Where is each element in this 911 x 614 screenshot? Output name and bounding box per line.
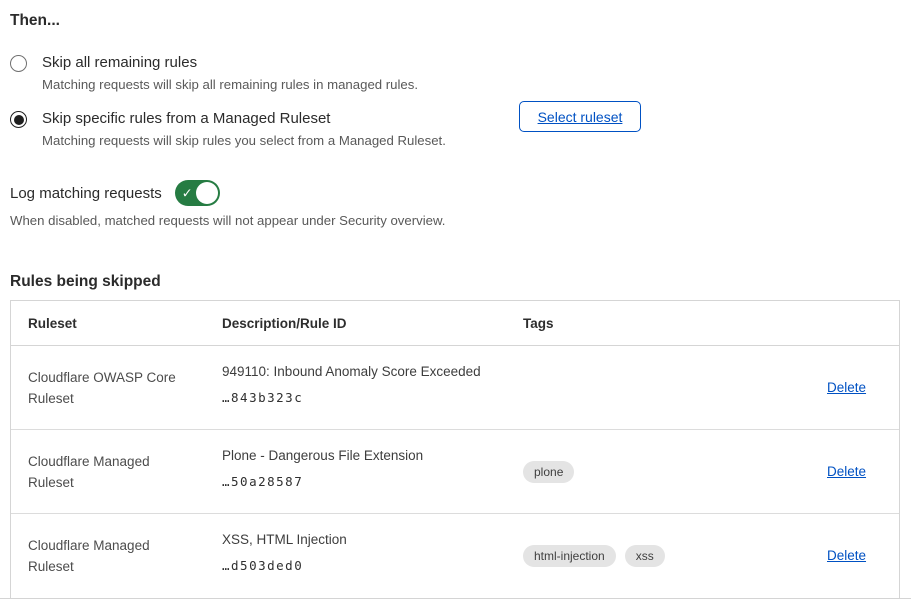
then-heading: Then... (10, 12, 900, 29)
radio-skip-specific-rules[interactable] (10, 111, 27, 128)
rule-tags-cell: html-injection xss (523, 545, 827, 567)
log-matching-requests-row: Log matching requests ✓ (10, 180, 900, 206)
tag-pill: html-injection (523, 545, 616, 567)
column-header-tags: Tags (523, 316, 827, 331)
rules-being-skipped-heading: Rules being skipped (10, 273, 900, 290)
tag-pill: plone (523, 461, 574, 483)
ruleset-name: Cloudflare Managed Ruleset (11, 535, 222, 577)
bottom-divider (0, 598, 911, 599)
ruleset-name: Cloudflare OWASP Core Ruleset (11, 367, 222, 409)
rule-id: …50a28587 (222, 474, 513, 489)
check-icon: ✓ (182, 187, 193, 200)
rule-id: …843b323c (222, 390, 513, 405)
option-label-skip-all[interactable]: Skip all remaining rules (42, 53, 418, 72)
rule-actions-cell: Delete (827, 547, 899, 565)
rule-description-cell: XSS, HTML Injection …d503ded0 (222, 514, 523, 598)
option-body: Skip specific rules from a Managed Rules… (42, 109, 446, 149)
table-row: Cloudflare Managed Ruleset Plone - Dange… (11, 430, 899, 514)
rule-actions-cell: Delete (827, 379, 899, 397)
rule-id: …d503ded0 (222, 558, 513, 573)
rules-being-skipped-table: Ruleset Description/Rule ID Tags Cloudfl… (10, 300, 900, 599)
column-header-description-rule-id: Description/Rule ID (222, 316, 523, 331)
rule-description-cell: 949110: Inbound Anomaly Score Exceeded …… (222, 346, 523, 429)
tag-pill: xss (625, 545, 665, 567)
waf-rule-config-page: Then... Skip all remaining rules Matchin… (0, 0, 911, 614)
rule-description-cell: Plone - Dangerous File Extension …50a285… (222, 430, 523, 513)
table-row: Cloudflare Managed Ruleset XSS, HTML Inj… (11, 514, 899, 598)
rule-description: 949110: Inbound Anomaly Score Exceeded (222, 363, 513, 380)
option-label-skip-specific[interactable]: Skip specific rules from a Managed Rules… (42, 109, 446, 128)
option-body: Skip all remaining rules Matching reques… (42, 53, 418, 93)
column-header-ruleset: Ruleset (11, 316, 222, 331)
delete-link[interactable]: Delete (827, 548, 866, 563)
rule-tags-cell: plone (523, 461, 827, 483)
rule-description: Plone - Dangerous File Extension (222, 447, 513, 464)
radio-skip-all-remaining-rules[interactable] (10, 55, 27, 72)
ruleset-name: Cloudflare Managed Ruleset (11, 451, 222, 493)
select-ruleset-button[interactable]: Select ruleset (519, 101, 641, 132)
option-description-skip-specific: Matching requests will skip rules you se… (42, 133, 446, 149)
option-skip-all-remaining-rules: Skip all remaining rules Matching reques… (10, 53, 900, 93)
table-row: Cloudflare OWASP Core Ruleset 949110: In… (11, 346, 899, 430)
rule-actions-cell: Delete (827, 463, 899, 481)
rule-description: XSS, HTML Injection (222, 531, 513, 548)
log-matching-requests-description: When disabled, matched requests will not… (10, 213, 900, 229)
delete-link[interactable]: Delete (827, 380, 866, 395)
delete-link[interactable]: Delete (827, 464, 866, 479)
log-matching-requests-label: Log matching requests (10, 185, 162, 202)
log-matching-requests-toggle[interactable]: ✓ (175, 180, 220, 206)
option-skip-specific-rules: Skip specific rules from a Managed Rules… (10, 109, 900, 149)
option-description-skip-all: Matching requests will skip all remainin… (42, 77, 418, 93)
table-header-row: Ruleset Description/Rule ID Tags (11, 301, 899, 346)
toggle-knob (196, 182, 218, 204)
